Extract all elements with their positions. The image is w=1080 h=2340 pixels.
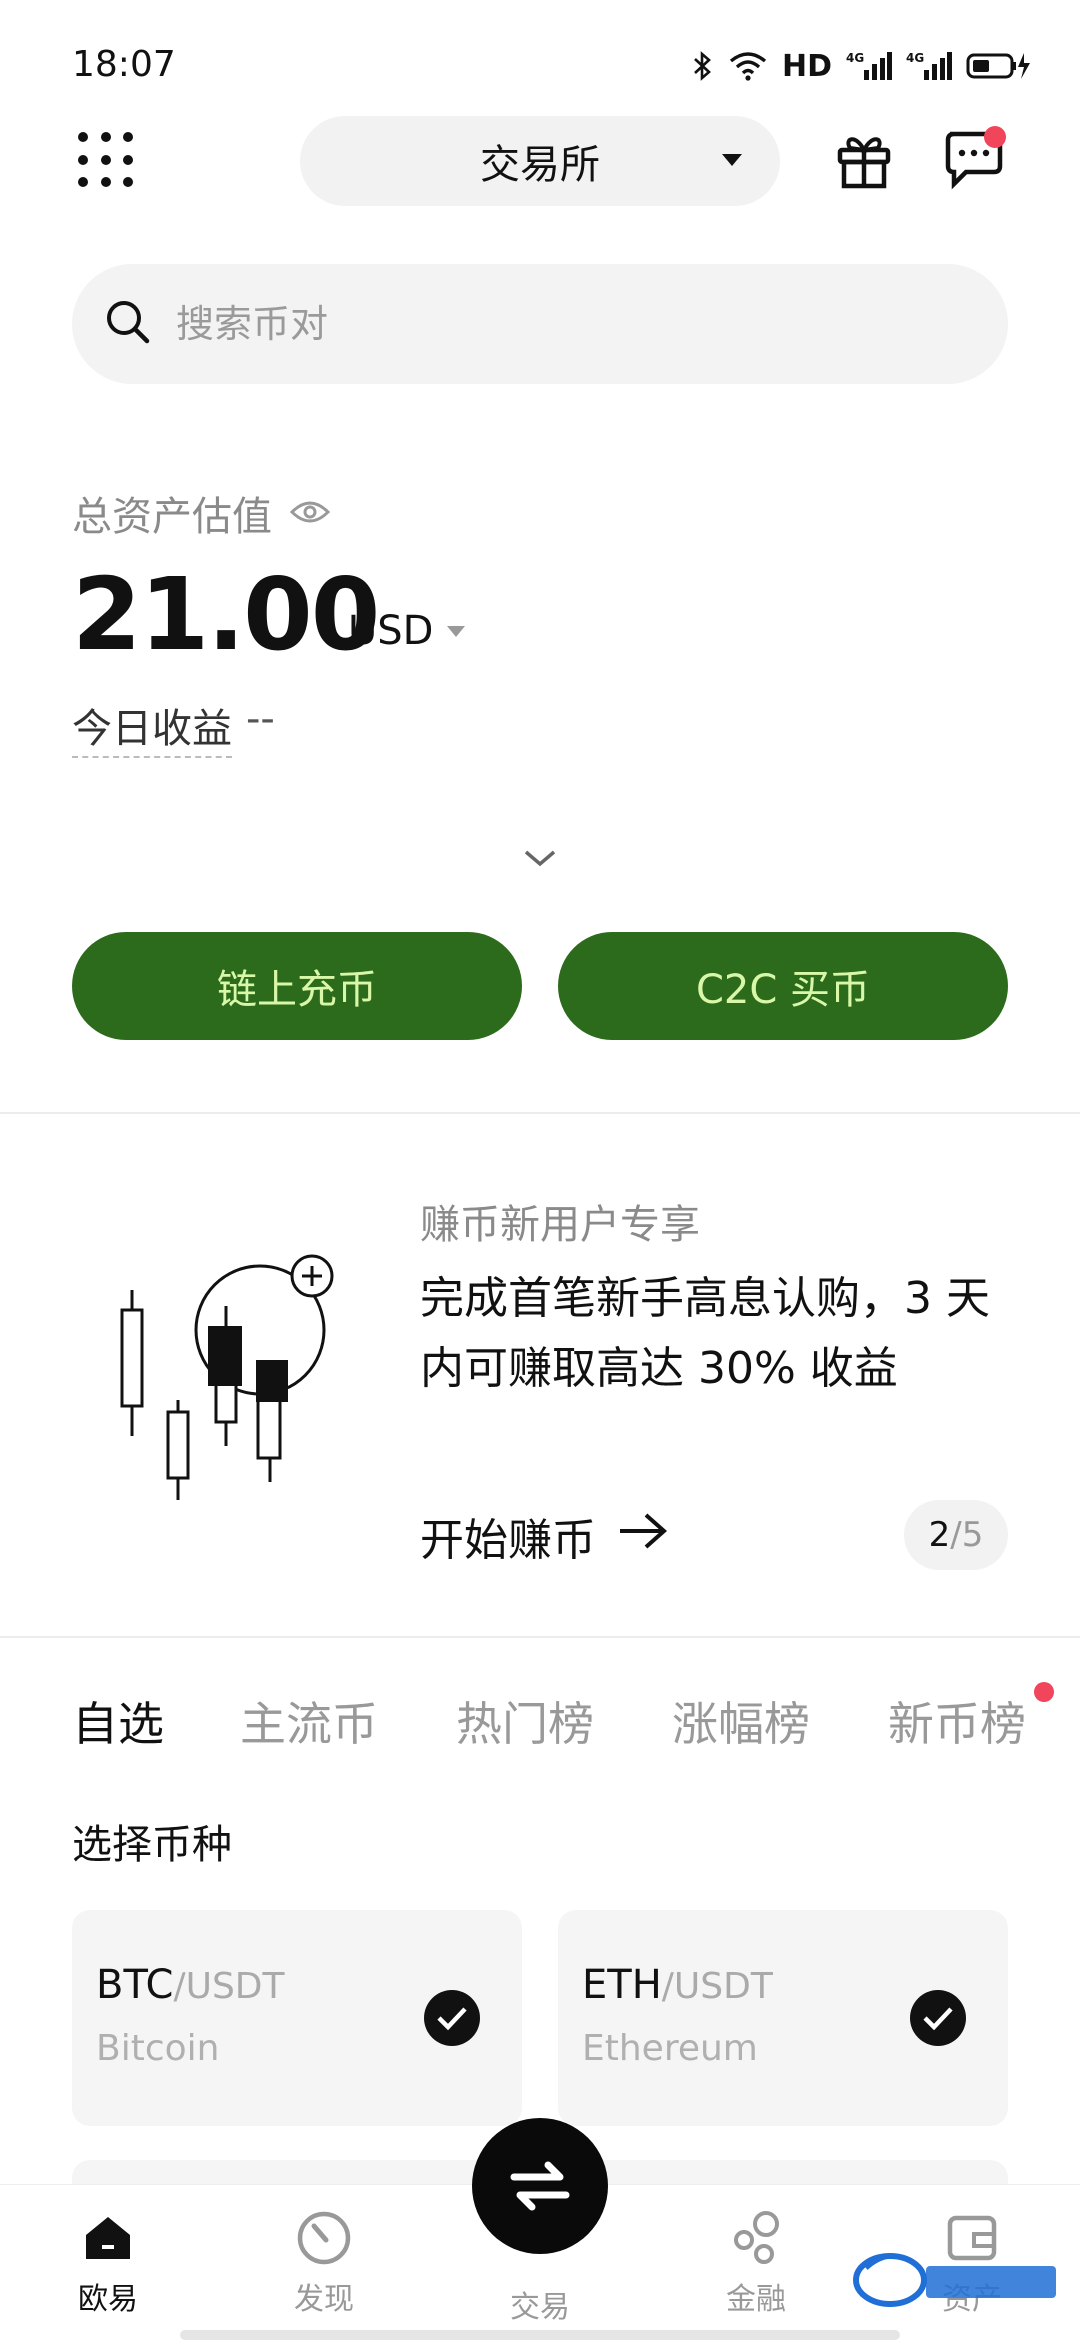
currency-selector[interactable]: USD — [348, 608, 466, 654]
pager-total: /5 — [950, 1515, 984, 1555]
battery-icon — [966, 51, 1032, 81]
c2c-buy-button[interactable]: C2C 买币 — [558, 932, 1008, 1040]
grid-menu-icon[interactable] — [78, 132, 134, 188]
caret-down-icon — [447, 625, 466, 637]
watermark-logo — [846, 2240, 1066, 2320]
chevron-down-icon[interactable] — [522, 846, 558, 870]
tab-mainstream[interactable]: 主流币 — [240, 1688, 378, 1754]
signal-icon: 4G — [846, 50, 892, 82]
notification-dot — [984, 126, 1006, 148]
finance-icon — [728, 2210, 784, 2266]
gift-icon[interactable] — [832, 128, 896, 192]
home-icon — [80, 2210, 136, 2266]
wifi-icon — [728, 51, 768, 81]
svg-text:4G: 4G — [846, 51, 864, 65]
exchange-switch-label: 交易所 — [480, 142, 600, 188]
coin-pair: BTC/USDT — [96, 1962, 285, 2008]
tab-favorites[interactable]: 自选 — [72, 1688, 164, 1754]
caret-down-icon — [722, 154, 742, 166]
notification-dot — [1034, 1682, 1054, 1702]
tab-gainers[interactable]: 涨幅榜 — [672, 1688, 810, 1754]
tab-hot[interactable]: 热门榜 — [456, 1688, 594, 1754]
trade-swap-button[interactable] — [472, 2118, 608, 2254]
search-input[interactable] — [176, 302, 936, 346]
promo-title: 完成首笔新手高息认购，3 天内可赚取高达 30% 收益 — [420, 1273, 990, 1394]
coin-name: Bitcoin — [96, 2028, 220, 2069]
checkmark-icon[interactable] — [910, 1990, 966, 2046]
nav-finance-label: 金融 — [726, 2282, 786, 2317]
search-bar[interactable] — [72, 264, 1008, 384]
coin-name: Ethereum — [582, 2028, 758, 2069]
select-coin-title: 选择币种 — [72, 1822, 232, 1868]
nav-home-label: 欧易 — [78, 2282, 138, 2317]
arrow-right-icon — [618, 1511, 668, 1562]
promo-subtitle: 赚币新用户专享 — [420, 1202, 700, 1248]
nav-discover[interactable]: 发现 — [264, 2210, 384, 2318]
coin-quote: /USDT — [661, 1966, 773, 2007]
candlestick-illustration — [110, 1250, 350, 1500]
currency-label: USD — [348, 608, 434, 654]
signal-icon-2: 4G — [906, 50, 952, 82]
compass-icon — [296, 2210, 352, 2266]
coin-base: ETH — [582, 1962, 662, 2008]
today-pnl-label[interactable]: 今日收益 — [72, 696, 232, 758]
exchange-switch-dropdown[interactable]: 交易所 — [300, 116, 780, 206]
checkmark-icon[interactable] — [424, 1990, 480, 2046]
nav-discover-label: 发现 — [294, 2282, 354, 2317]
total-assets-value: 21.00 — [72, 556, 380, 673]
today-pnl-value: -- — [246, 696, 275, 742]
search-icon — [102, 296, 154, 352]
divider — [0, 1636, 1080, 1638]
nav-trade[interactable]: 交易 — [480, 2282, 600, 2326]
start-earning-label: 开始赚币 — [420, 1515, 596, 1566]
nav-home[interactable]: 欧易 — [48, 2210, 168, 2318]
bluetooth-icon — [692, 50, 714, 82]
start-earning-link[interactable]: 开始赚币 — [420, 1504, 668, 1568]
nav-trade-label: 交易 — [510, 2290, 570, 2325]
onchain-deposit-button[interactable]: 链上充币 — [72, 932, 522, 1040]
tab-new-listings[interactable]: 新币榜 — [888, 1688, 1026, 1754]
carousel-pager: 2 /5 — [904, 1500, 1008, 1570]
nav-finance[interactable]: 金融 — [696, 2210, 816, 2318]
status-icons: HD 4G 4G — [692, 44, 1032, 88]
today-pnl: 今日收益 -- — [72, 696, 275, 758]
coin-base: BTC — [96, 1962, 174, 2008]
coin-card-eth[interactable]: ETH/USDT Ethereum — [558, 1910, 1008, 2126]
home-indicator — [180, 2330, 900, 2340]
total-assets-label-text: 总资产估值 — [72, 494, 272, 540]
coin-card-btc[interactable]: BTC/USDT Bitcoin — [72, 1910, 522, 2126]
coin-pair: ETH/USDT — [582, 1962, 773, 2008]
eye-icon[interactable] — [289, 490, 331, 536]
total-assets-label: 总资产估值 — [72, 484, 331, 542]
svg-text:4G: 4G — [906, 51, 924, 65]
status-time: 18:07 — [72, 44, 176, 85]
pager-current: 2 — [928, 1515, 951, 1555]
network-hd-label: HD — [781, 48, 832, 84]
divider — [0, 1112, 1080, 1114]
coin-quote: /USDT — [173, 1966, 285, 2007]
